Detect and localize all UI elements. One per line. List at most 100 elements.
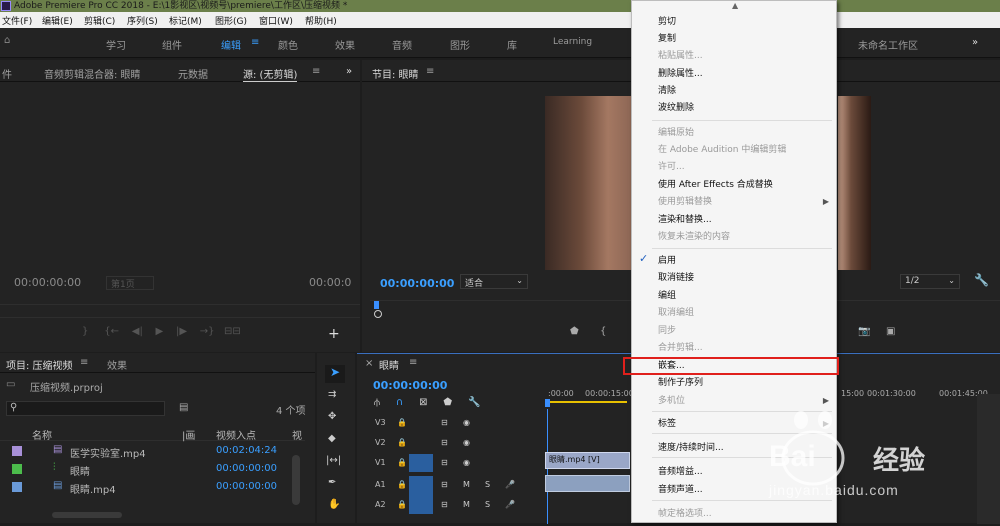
menu-sequence[interactable]: 序列(S) — [127, 14, 158, 27]
timeline-scrollbar[interactable] — [977, 394, 1000, 524]
menu-file[interactable]: 文件(F) — [2, 14, 32, 27]
nest-icon[interactable]: ⫛ — [374, 397, 380, 408]
sync-lock-icon[interactable]: ⊟ — [441, 438, 448, 447]
selection-tool-icon[interactable]: ➤ — [325, 365, 345, 383]
video-clip[interactable]: 眼睛.mp4 [V] — [545, 452, 630, 469]
lock-icon[interactable]: 🔒 — [397, 458, 407, 467]
export-frame-icon[interactable]: 📷 — [858, 326, 870, 337]
source-menu-icon[interactable]: ≡ — [312, 66, 320, 77]
project-row[interactable]: ▤ 医学实验室.mp4 00:02:04:24 — [0, 443, 300, 460]
track-select-tool-icon[interactable]: ⇉ — [328, 389, 336, 400]
timeline-menu-icon[interactable]: ≡ — [409, 357, 417, 368]
eye-icon[interactable]: ◉ — [463, 418, 470, 427]
a1-target[interactable] — [409, 476, 433, 514]
menu-item[interactable]: 删除属性... — [658, 66, 703, 83]
timeline-timecode[interactable]: 00:00:00:00 — [373, 379, 447, 392]
tab-audio-clip-mixer[interactable]: 音频剪辑混合器: 眼睛 — [44, 66, 141, 81]
v1-target[interactable] — [409, 454, 433, 472]
menu-item[interactable]: 标签 — [658, 416, 676, 433]
linked-selection-icon[interactable]: ⊠ — [419, 397, 427, 408]
comparison-icon[interactable]: ▣ — [886, 326, 895, 337]
menu-item[interactable]: 复制 — [658, 31, 676, 48]
menu-scroll-up-icon[interactable]: ▲ — [732, 1, 738, 10]
sync-lock-icon[interactable]: ⊟ — [441, 480, 448, 489]
menu-item[interactable]: 编组 — [658, 288, 676, 305]
menu-window[interactable]: 窗口(W) — [259, 14, 293, 27]
menu-help[interactable]: 帮助(H) — [305, 14, 337, 27]
tab-source[interactable]: 源: (无剪辑) — [243, 66, 298, 82]
workspace-effects[interactable]: 效果 — [335, 37, 355, 52]
close-icon[interactable]: × — [365, 358, 373, 369]
sync-lock-icon[interactable]: ⊟ — [441, 418, 448, 427]
menu-item[interactable]: 速度/持续时间... — [658, 440, 724, 457]
fit-dropdown[interactable]: 适合 ⌄ — [460, 274, 528, 289]
workspace-editing[interactable]: 编辑 — [221, 37, 241, 52]
program-title[interactable]: 节目: 眼睛 — [372, 66, 419, 81]
lock-icon[interactable]: 🔒 — [397, 418, 407, 427]
menu-item[interactable]: 渲染和替换... — [658, 212, 712, 229]
sync-lock-icon[interactable]: ⊟ — [441, 500, 448, 509]
tab-project[interactable]: 项目: 压缩视频 — [6, 357, 73, 372]
step-back-icon[interactable]: ◀| — [132, 326, 143, 337]
slip-tool-icon[interactable]: |↔| — [326, 455, 341, 466]
audio-clip[interactable] — [545, 475, 630, 492]
mic-icon[interactable]: 🎤 — [505, 480, 515, 489]
workspace-graphics[interactable]: 图形 — [450, 37, 470, 52]
project-search-input[interactable]: ⚲ — [6, 401, 165, 416]
menu-marker[interactable]: 标记(M) — [169, 14, 202, 27]
work-area-bar[interactable] — [547, 401, 627, 403]
source-page-select[interactable]: 第1页 — [106, 276, 154, 290]
lock-icon[interactable]: 🔒 — [397, 438, 407, 447]
lock-icon[interactable]: 🔒 — [397, 500, 407, 509]
menu-item[interactable]: 波纹删除 — [658, 100, 694, 117]
workspace-assembly[interactable]: 组件 — [162, 37, 182, 52]
col-video[interactable]: 视 — [292, 427, 302, 442]
play-icon[interactable]: ▶ — [156, 326, 164, 337]
menu-item[interactable]: 启用 — [658, 253, 676, 270]
project-row[interactable]: ⫶ 眼睛 00:00:00:00 — [0, 461, 300, 478]
source-more-icon[interactable]: » — [346, 66, 352, 77]
source-scrubber[interactable] — [0, 304, 360, 318]
menu-item[interactable]: 制作子序列 — [658, 375, 703, 392]
add-button-icon[interactable]: + — [328, 326, 340, 342]
menu-item[interactable]: 取消链接 — [658, 270, 694, 287]
program-menu-icon[interactable]: ≡ — [426, 66, 434, 77]
playhead-icon[interactable] — [374, 301, 379, 309]
mute-icon[interactable]: M — [463, 500, 470, 509]
menu-item[interactable]: 音频声道... — [658, 482, 703, 499]
menu-edit[interactable]: 编辑(E) — [42, 14, 73, 27]
go-to-out-icon[interactable]: →} — [200, 326, 215, 337]
home-icon[interactable]: ⌂ — [4, 35, 10, 46]
hand-tool-icon[interactable]: ✋ — [328, 499, 340, 510]
source-timecode[interactable]: 00:00:00:00 — [14, 276, 81, 289]
tab-files[interactable]: 件 — [2, 66, 12, 81]
settings-wrench-icon[interactable]: 🔧 — [974, 273, 989, 287]
menu-item[interactable]: 音频增益... — [658, 464, 703, 481]
new-bin-icon[interactable]: ▤ — [179, 402, 188, 413]
mute-icon[interactable]: M — [463, 480, 470, 489]
add-marker-icon[interactable]: ⬟ — [443, 397, 452, 408]
snap-icon[interactable]: ∩ — [396, 397, 403, 408]
playhead-icon[interactable] — [545, 399, 550, 407]
mark-out-icon[interactable]: } — [82, 326, 88, 337]
col-framerate[interactable]: |画 — [182, 427, 195, 442]
workspace-audio[interactable]: 音频 — [392, 37, 412, 52]
program-timecode[interactable]: 00:00:00:00 — [380, 277, 454, 290]
tab-effects[interactable]: 效果 — [107, 357, 127, 372]
project-menu-icon[interactable]: ≡ — [80, 357, 88, 368]
mark-in-icon[interactable]: { — [600, 326, 606, 337]
go-to-in-icon[interactable]: {← — [104, 326, 119, 337]
razor-tool-icon[interactable]: ◆ — [328, 433, 336, 444]
ripple-edit-tool-icon[interactable]: ✥ — [328, 411, 336, 422]
menu-item[interactable]: 使用 After Effects 合成替换 — [658, 177, 773, 194]
workspace-learning[interactable]: Learning — [553, 37, 592, 47]
resolution-dropdown[interactable]: 1/2 ⌄ — [900, 274, 960, 289]
workspace-menu-icon[interactable]: ≡ — [251, 37, 259, 48]
menu-graphics[interactable]: 图形(G) — [215, 14, 247, 27]
eye-icon[interactable]: ◉ — [463, 438, 470, 447]
menu-item[interactable]: 剪切 — [658, 14, 676, 31]
tab-metadata[interactable]: 元数据 — [178, 66, 208, 81]
menu-item[interactable]: 清除 — [658, 83, 676, 100]
timeline-tab[interactable]: 眼睛 — [379, 357, 399, 372]
add-marker-icon[interactable]: ⬟ — [570, 326, 579, 337]
